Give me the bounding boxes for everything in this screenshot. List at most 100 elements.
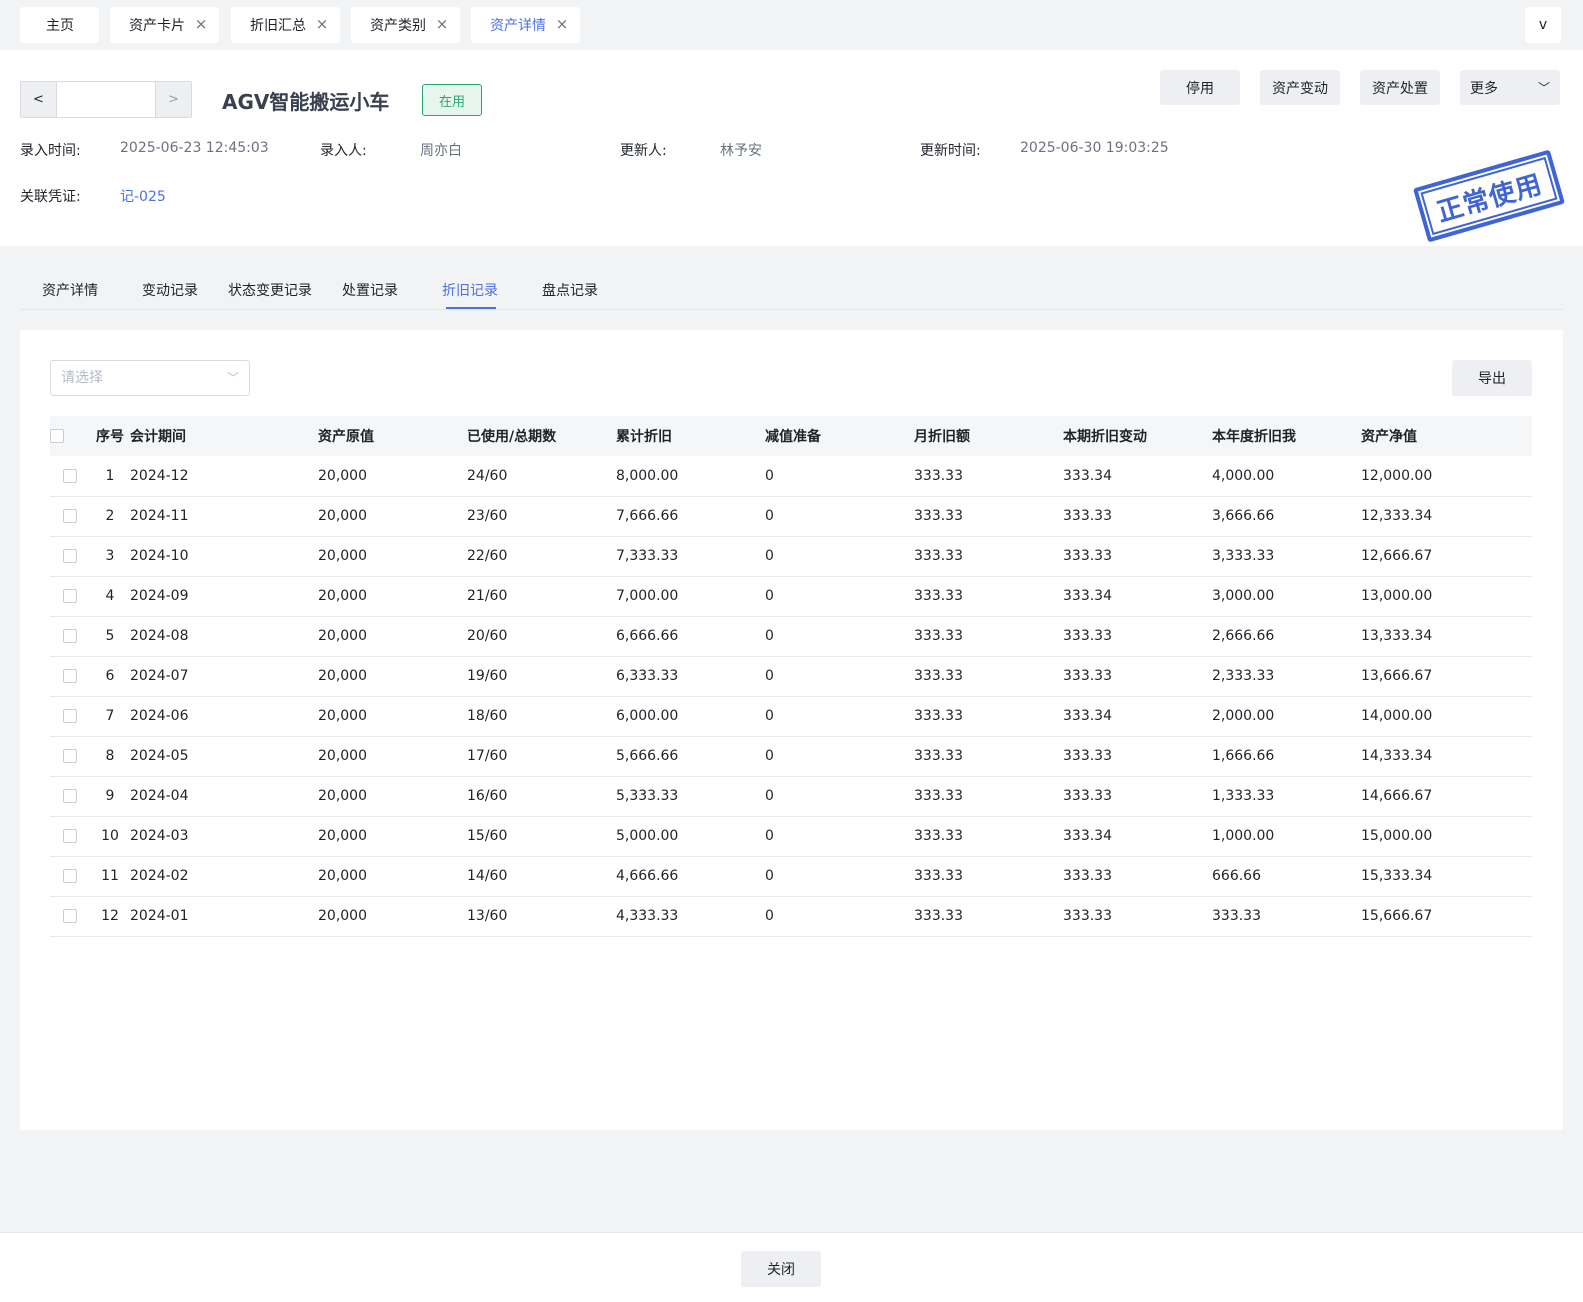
voucher-label: 关联凭证: xyxy=(20,189,81,205)
table-cell: 8 xyxy=(90,736,130,777)
close-button[interactable]: 关闭 xyxy=(741,1251,821,1287)
table-cell: 1,333.33 xyxy=(1212,776,1361,817)
created-at-label: 录入时间: xyxy=(20,143,81,159)
table-cell: 15,333.34 xyxy=(1361,856,1532,897)
row-checkbox[interactable] xyxy=(63,468,77,483)
tab-label: 资产卡片 xyxy=(129,18,185,34)
row-checkbox[interactable] xyxy=(63,789,77,803)
table-row[interactable]: 4 2024-09 20,000 21/60 7,000.00 0 333.33 333.34… xyxy=(50,576,1532,617)
table-cell: 333.33 xyxy=(1063,896,1212,937)
table-cell: 333.33 xyxy=(914,616,1063,657)
top-tab-bar: 主页 资产卡片 × 折旧汇总 × 资产类别 × 资产详情 × v xyxy=(0,0,1583,50)
table-row[interactable]: 12 2024-01 20,000 13/60 4,333.33 0 333.33 333.3… xyxy=(50,896,1532,937)
tab-home[interactable]: 主页 xyxy=(20,7,99,43)
table-row[interactable]: 10 2024-03 20,000 15/60 5,000.00 0 333.33 333.3… xyxy=(50,816,1532,857)
table-row[interactable]: 9 2024-04 20,000 16/60 5,333.33 0 333.33 333.33… xyxy=(50,776,1532,817)
row-checkbox-cell xyxy=(50,736,90,777)
table-cell: 666.66 xyxy=(1212,856,1361,897)
row-checkbox[interactable] xyxy=(63,669,77,683)
table-cell: 5,666.66 xyxy=(616,736,765,777)
subtab-asset-detail[interactable]: 资产详情 xyxy=(42,280,98,300)
table-cell: 1 xyxy=(90,456,130,497)
table-cell: 0 xyxy=(765,776,914,817)
table-row[interactable]: 7 2024-06 20,000 18/60 6,000.00 0 333.33 333.34… xyxy=(50,696,1532,737)
table-cell: 15,000.00 xyxy=(1361,816,1532,857)
table-row[interactable]: 2 2024-11 20,000 23/60 7,666.66 0 333.33 333.33… xyxy=(50,496,1532,537)
table-cell: 2024-07 xyxy=(130,656,318,697)
more-actions-dropdown[interactable]: 更多 ﹀ xyxy=(1460,70,1560,105)
row-checkbox-cell xyxy=(50,616,90,657)
table-cell: 2024-04 xyxy=(130,776,318,817)
prev-record-button[interactable]: < xyxy=(21,82,57,117)
table-cell: 20,000 xyxy=(318,616,467,657)
table-cell: 12,333.34 xyxy=(1361,496,1532,537)
subtab-status-change-records[interactable]: 状态变更记录 xyxy=(228,280,312,300)
table-cell: 9 xyxy=(90,776,130,817)
table-row[interactable]: 1 2024-12 20,000 24/60 8,000.00 0 333.33 333.34… xyxy=(50,456,1532,497)
col-header: 本年度折旧我 xyxy=(1212,416,1361,456)
table-cell: 333.33 xyxy=(1063,496,1212,537)
record-pager: < > xyxy=(20,81,192,118)
table-cell: 333.33 xyxy=(914,736,1063,777)
row-checkbox[interactable] xyxy=(63,869,77,883)
close-icon[interactable]: × xyxy=(554,16,570,32)
table-cell: 5,333.33 xyxy=(616,776,765,817)
table-row[interactable]: 5 2024-08 20,000 20/60 6,666.66 0 333.33 333.33… xyxy=(50,616,1532,657)
table-cell: 20/60 xyxy=(467,616,616,657)
table-row[interactable]: 6 2024-07 20,000 19/60 6,333.33 0 333.33 333.33… xyxy=(50,656,1532,697)
creator-value: 周亦白 xyxy=(420,143,462,159)
table-row[interactable]: 11 2024-02 20,000 14/60 4,666.66 0 333.33 333.3… xyxy=(50,856,1532,897)
asset-dispose-button[interactable]: 资产处置 xyxy=(1360,70,1440,105)
close-icon[interactable]: × xyxy=(434,16,450,32)
disable-button[interactable]: 停用 xyxy=(1160,70,1240,105)
subtab-disposal-records[interactable]: 处置记录 xyxy=(342,280,398,300)
subtab-inventory-records[interactable]: 盘点记录 xyxy=(542,280,598,300)
active-tab-indicator xyxy=(446,307,496,309)
table-cell: 333.33 xyxy=(914,856,1063,897)
col-header: 减值准备 xyxy=(765,416,914,456)
table-cell: 4,333.33 xyxy=(616,896,765,937)
table-cell: 333.33 xyxy=(914,776,1063,817)
table-cell: 15/60 xyxy=(467,816,616,857)
row-checkbox[interactable] xyxy=(63,749,77,763)
subtab-change-records[interactable]: 变动记录 xyxy=(142,280,198,300)
table-cell: 20,000 xyxy=(318,456,467,497)
tab-asset-card[interactable]: 资产卡片 × xyxy=(110,7,219,43)
row-checkbox[interactable] xyxy=(63,829,77,843)
close-icon[interactable]: × xyxy=(193,16,209,32)
subtab-depreciation-records[interactable]: 折旧记录 xyxy=(442,280,498,300)
tab-depreciation-summary[interactable]: 折旧汇总 × xyxy=(231,7,340,43)
row-checkbox[interactable] xyxy=(63,549,77,563)
select-all-checkbox[interactable] xyxy=(50,429,64,443)
row-checkbox[interactable] xyxy=(63,909,77,923)
table-cell: 22/60 xyxy=(467,536,616,577)
tabs-dropdown-button[interactable]: v xyxy=(1525,7,1561,43)
table-cell: 20,000 xyxy=(318,856,467,897)
row-checkbox[interactable] xyxy=(63,709,77,723)
record-index-input[interactable] xyxy=(57,82,155,117)
table-cell: 2,666.66 xyxy=(1212,616,1361,657)
asset-header: < > AGV智能搬运小车 在用 停用 资产变动 资产处置 更多 ﹀ 录入时间:… xyxy=(0,50,1583,246)
table-row[interactable]: 3 2024-10 20,000 22/60 7,333.33 0 333.33 333.33… xyxy=(50,536,1532,577)
next-record-button[interactable]: > xyxy=(155,82,191,117)
table-cell: 0 xyxy=(765,496,914,537)
asset-change-button[interactable]: 资产变动 xyxy=(1260,70,1340,105)
tab-asset-category[interactable]: 资产类别 × xyxy=(351,7,460,43)
row-checkbox[interactable] xyxy=(63,629,77,643)
period-select[interactable]: 请选择 ﹀ xyxy=(50,360,250,396)
depreciation-panel: 请选择 ﹀ 导出 序号 会计期间 资产原值 已使用/总期数 累计折旧 减值准备 … xyxy=(20,330,1563,1130)
col-header: 资产原值 xyxy=(318,416,467,456)
table-cell: 0 xyxy=(765,736,914,777)
table-cell: 0 xyxy=(765,576,914,617)
row-checkbox[interactable] xyxy=(63,589,77,603)
voucher-link[interactable]: 记-025 xyxy=(120,186,166,206)
tab-asset-detail[interactable]: 资产详情 × xyxy=(471,7,580,43)
export-button[interactable]: 导出 xyxy=(1452,360,1532,396)
row-checkbox[interactable] xyxy=(63,509,77,523)
table-row[interactable]: 8 2024-05 20,000 17/60 5,666.66 0 333.33 333.33… xyxy=(50,736,1532,777)
table-cell: 2024-08 xyxy=(130,616,318,657)
table-cell: 23/60 xyxy=(467,496,616,537)
header-checkbox-cell xyxy=(50,416,90,456)
close-icon[interactable]: × xyxy=(314,16,330,32)
row-checkbox-cell xyxy=(50,576,90,617)
